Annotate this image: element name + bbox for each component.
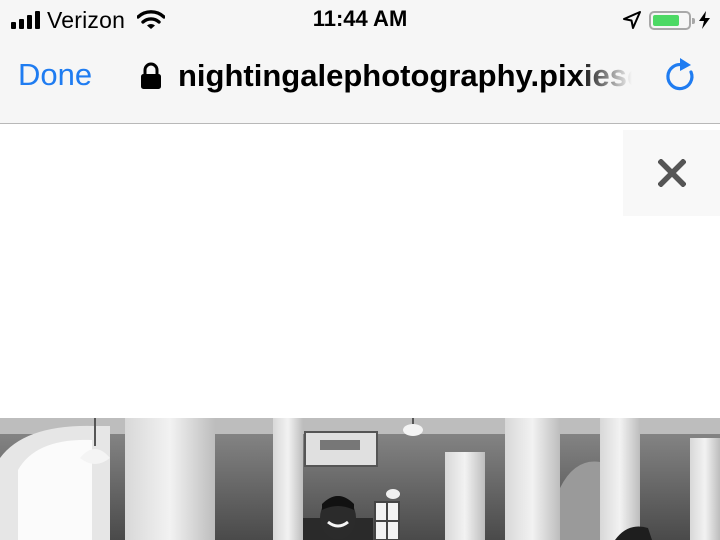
address-bar[interactable]: nightingalephotography.pixieset.com	[178, 54, 632, 98]
status-time: 11:44 AM	[312, 6, 408, 31]
done-button[interactable]: Done	[18, 57, 92, 93]
url-text: nightingalephotography.pixieset.com	[178, 58, 632, 93]
status-bar: Verizon 11:44 AM	[0, 0, 720, 40]
battery-icon	[649, 10, 695, 30]
photo-image	[0, 418, 720, 540]
lock-icon	[141, 62, 161, 89]
status-right	[623, 8, 710, 32]
charging-bolt-icon	[699, 11, 710, 29]
close-icon	[657, 159, 686, 187]
browser-nav-bar: Done nightingalephotography.pixieset.com	[0, 40, 720, 124]
wedding-photo	[0, 418, 720, 540]
battery-level	[653, 14, 679, 26]
reload-icon[interactable]	[664, 57, 698, 95]
page-blank-area	[0, 124, 720, 418]
location-arrow-icon	[623, 11, 641, 29]
close-button[interactable]	[623, 130, 720, 216]
